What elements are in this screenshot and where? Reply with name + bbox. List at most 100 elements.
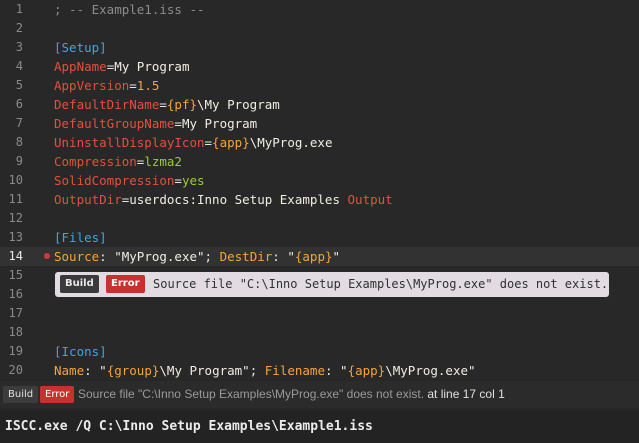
code-line[interactable]: 17	[0, 304, 639, 323]
code-text: DefaultDirName={pf}\My Program	[54, 95, 280, 114]
code-token: "MyProg.exe"	[114, 249, 205, 264]
code-line[interactable]: 5 AppVersion=1.5	[0, 76, 639, 95]
code-token: Filename	[264, 363, 325, 378]
code-line[interactable]: 8 UninstallDisplayIcon={app}\MyProg.exe	[0, 133, 639, 152]
code-token: Output	[347, 192, 393, 207]
code-token: userdocs:Inno Setup Examples	[129, 192, 348, 207]
code-line[interactable]: 2	[0, 19, 639, 38]
line-number[interactable]: 9	[0, 152, 23, 171]
code-token: [Setup]	[54, 40, 107, 55]
line-number[interactable]: 15	[0, 266, 23, 285]
code-line[interactable]: 18	[0, 323, 639, 342]
line-number[interactable]: 7	[0, 114, 23, 133]
code-token: ; -- Example1.iss --	[54, 2, 205, 17]
code-token: [Files]	[54, 230, 107, 245]
line-number[interactable]: 3	[0, 38, 23, 57]
code-token: Compression	[54, 154, 137, 169]
code-text: ; -- Example1.iss --	[54, 0, 205, 19]
tooltip-error-badge: Error	[106, 275, 145, 293]
status-error-location[interactable]: at line 17 col 1	[424, 387, 504, 401]
line-number[interactable]: 11	[0, 190, 23, 209]
status-message-text: Source file "C:\Inno Setup Examples\MyPr…	[78, 387, 425, 401]
code-line[interactable]: 4 AppName=My Program	[0, 57, 639, 76]
code-text: DefaultGroupName=My Program	[54, 114, 257, 133]
line-number[interactable]: 12	[0, 209, 23, 228]
code-line[interactable]: 12	[0, 209, 639, 228]
line-number[interactable]: 17	[0, 304, 23, 323]
code-line[interactable]: 6 DefaultDirName={pf}\My Program	[0, 95, 639, 114]
code-line[interactable]: 11 OutputDir=userdocs:Inno Setup Examples…	[0, 190, 639, 209]
code-token: =	[159, 97, 167, 112]
code-token: "	[99, 363, 107, 378]
code-token: DestDir	[219, 249, 273, 264]
code-text: [Icons]	[54, 342, 107, 361]
code-token: ;	[249, 363, 265, 378]
code-line[interactable]: 13 [Files]	[0, 228, 639, 247]
code-token: Source	[54, 249, 100, 264]
line-number[interactable]: 18	[0, 323, 23, 342]
code-token: {app}	[212, 135, 250, 150]
code-token: My Program	[114, 59, 190, 74]
line-number[interactable]: 14	[0, 247, 23, 266]
code-token: lzma2	[144, 154, 182, 169]
code-line[interactable]: 14 Source: "MyProg.exe"; DestDir: "{app}"	[0, 247, 639, 266]
status-error-badge: Error	[40, 386, 75, 403]
code-token: :	[272, 249, 288, 264]
code-token: Name	[54, 363, 85, 378]
code-token: \MyProg.exe"	[385, 363, 476, 378]
code-text: Compression=lzma2	[54, 152, 182, 171]
line-number[interactable]: 16	[0, 285, 23, 304]
status-bar: Build Error Source file "C:\Inno Setup E…	[0, 381, 639, 408]
code-text: Name: "{group}\My Program"; Filename: "{…	[54, 361, 476, 380]
status-message[interactable]: Source file "C:\Inno Setup Examples\MyPr…	[78, 381, 505, 408]
code-token: :	[84, 363, 100, 378]
status-build-badge: Build	[3, 386, 39, 403]
line-number[interactable]: 8	[0, 133, 23, 152]
line-number[interactable]: 4	[0, 57, 23, 76]
line-number[interactable]: 2	[0, 19, 23, 38]
code-token: =	[129, 78, 137, 93]
code-line[interactable]: 1 ; -- Example1.iss --	[0, 0, 639, 19]
line-number[interactable]: 10	[0, 171, 23, 190]
code-token: DefaultGroupName	[54, 116, 175, 131]
code-line[interactable]: 7 DefaultGroupName=My Program	[0, 114, 639, 133]
code-token: \My Program"	[159, 363, 250, 378]
code-text: OutputDir=userdocs:Inno Setup Examples O…	[54, 190, 393, 209]
code-text: UninstallDisplayIcon={app}\MyProg.exe	[54, 133, 332, 152]
line-number[interactable]: 20	[0, 361, 23, 380]
code-token: DefaultDirName	[54, 97, 160, 112]
tooltip-message: Source file "C:\Inno Setup Examples\MyPr…	[153, 277, 609, 291]
code-line[interactable]: 19 [Icons]	[0, 342, 639, 361]
code-editor[interactable]: 1 ; -- Example1.iss -- 2 3 [Setup] 4 AppName=M…	[0, 0, 639, 380]
code-token: "	[332, 249, 341, 264]
breakpoint-dot-icon[interactable]	[44, 253, 50, 259]
code-text: Source: "MyProg.exe"; DestDir: "{app}"	[54, 247, 340, 266]
code-line[interactable]: 10 SolidCompression=yes	[0, 171, 639, 190]
error-tooltip: Build Error Source file "C:\Inno Setup E…	[55, 272, 609, 297]
command-line-text: ISCC.exe /Q C:\Inno Setup Examples\Examp…	[5, 419, 373, 434]
code-text: [Setup]	[54, 38, 107, 57]
code-token: \MyProg.exe	[249, 135, 333, 150]
code-token: "	[287, 249, 295, 264]
line-number[interactable]: 5	[0, 76, 23, 95]
code-line[interactable]: 20 Name: "{group}\My Program"; Filename: …	[0, 361, 639, 380]
command-bar: ISCC.exe /Q C:\Inno Setup Examples\Examp…	[0, 410, 639, 443]
code-token: {group}	[106, 363, 160, 378]
code-token: \My Program	[197, 97, 280, 112]
code-token: [Icons]	[54, 344, 107, 359]
code-token: :	[324, 363, 341, 378]
line-number[interactable]: 6	[0, 95, 23, 114]
line-number[interactable]: 1	[0, 0, 23, 19]
code-line[interactable]: 3 [Setup]	[0, 38, 639, 57]
line-number[interactable]: 13	[0, 228, 23, 247]
code-text: AppName=My Program	[54, 57, 189, 76]
line-number[interactable]: 19	[0, 342, 23, 361]
code-text: SolidCompression=yes	[54, 171, 205, 190]
code-line[interactable]: 9 Compression=lzma2	[0, 152, 639, 171]
tooltip-build-badge: Build	[60, 275, 99, 293]
code-token: UninstallDisplayIcon	[54, 135, 205, 150]
code-token: :	[99, 249, 115, 264]
code-token: =	[204, 135, 213, 150]
code-token: ;	[204, 249, 220, 264]
code-text: [Files]	[54, 228, 107, 247]
